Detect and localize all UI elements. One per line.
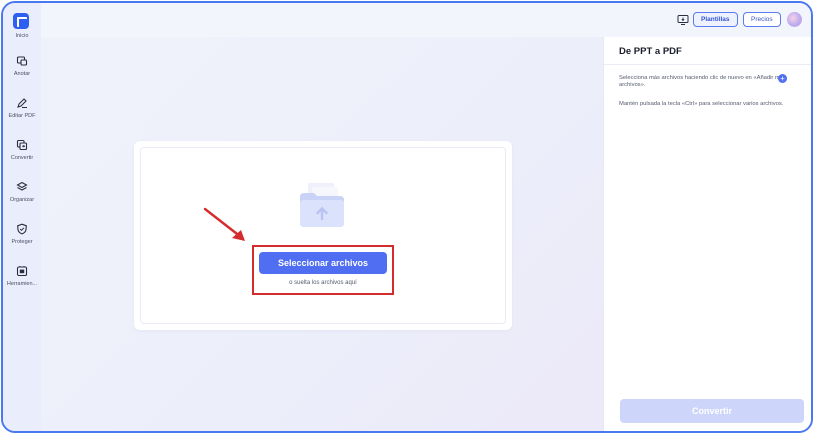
divider [604,64,811,65]
red-arrow-icon [203,207,245,241]
shield-icon [17,223,27,235]
drop-hint: o suelta los archivos aquí [289,280,357,286]
sidebar-item-anotar[interactable]: Anotar [3,55,41,77]
sidebar-item-label: Organizar [9,197,35,203]
sidebar-item-convertir[interactable]: Convertir [3,139,41,161]
plantillas-button[interactable]: Plantillas [693,12,738,27]
sidebar-item-organizar[interactable]: Organizar [3,181,41,203]
convert-button[interactable]: Convertir [620,399,804,423]
panel-title: De PPT a PDF [619,46,682,57]
drop-zone[interactable] [140,147,506,324]
select-files-button[interactable]: Seleccionar archivos [259,252,387,274]
sidebar-item-herramientas[interactable]: Herramien... [3,265,41,287]
edit-icon [17,98,27,109]
sidebar-item-editar-pdf[interactable]: Editar PDF [3,97,41,119]
sidebar-item-proteger[interactable]: Proteger [3,223,41,245]
tools-icon [16,266,28,277]
sidebar: Inicio Anotar Editar PDF Convertir Organ… [3,3,41,431]
organize-icon [16,181,28,191]
monitor-icon[interactable] [677,14,689,26]
instruction-text-ctrl: Mantén pulsada la tecla «Ctrl» para sele… [619,101,784,107]
sidebar-item-label: Convertir [10,155,34,161]
sidebar-item-inicio-label: Inicio [15,33,29,39]
workspace: Seleccionar archivos o suelta los archiv… [41,37,603,431]
sidebar-item-label: Proteger [11,239,33,245]
drop-zone-card[interactable]: Seleccionar archivos o suelta los archiv… [134,141,512,330]
avatar[interactable] [787,12,802,27]
folder-upload-icon [300,183,344,227]
precios-button[interactable]: Precios [743,12,781,27]
instruction-text-add-files: Selecciona más archivos haciendo clic de… [619,75,787,89]
app-window: Inicio Anotar Editar PDF Convertir Organ… [1,1,813,433]
right-panel: De PPT a PDF Selecciona más archivos hac… [603,37,811,431]
sidebar-item-label: Anotar [13,71,31,77]
annotate-icon [16,56,28,66]
convert-icon [16,139,28,151]
highlight-box: Seleccionar archivos o suelta los archiv… [252,245,394,295]
top-bar: Plantillas Precios [41,3,811,37]
add-files-icon[interactable]: + [778,74,787,83]
home-logo-icon[interactable] [13,13,29,29]
sidebar-item-label: Editar PDF [8,113,36,119]
instruction-text: Selecciona más archivos haciendo clic de… [619,75,786,88]
sidebar-item-label: Herramien... [6,281,38,287]
